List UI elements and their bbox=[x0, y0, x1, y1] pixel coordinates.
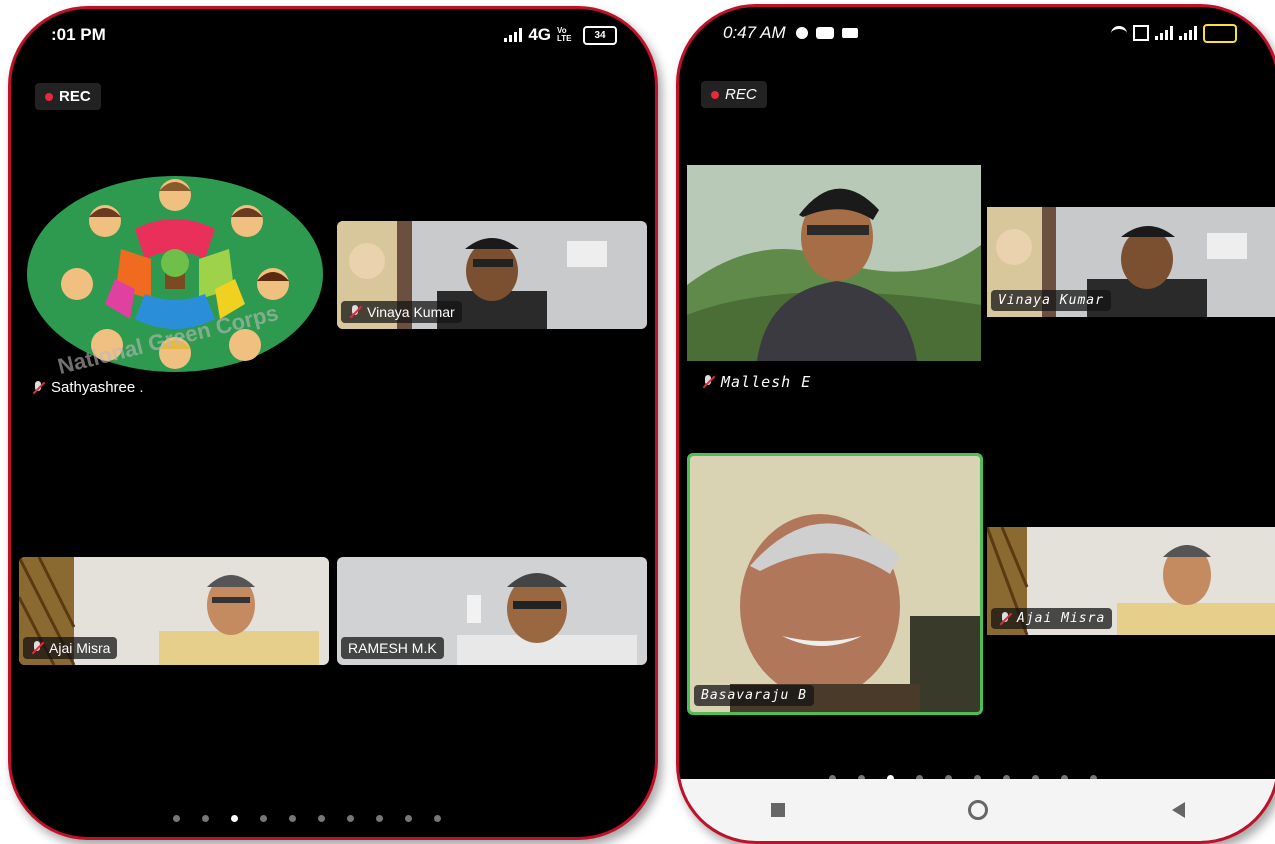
participant-label-sathyashree: Sathyashree . bbox=[31, 379, 144, 396]
page-dot-active[interactable] bbox=[231, 815, 238, 822]
phone-screen-right: 0:47 AM REC Mallesh E Vinaya Kumar Basav… bbox=[676, 4, 1275, 844]
mic-muted-icon bbox=[998, 611, 1012, 626]
record-dot-icon bbox=[711, 90, 719, 99]
recording-indicator: REC bbox=[35, 83, 101, 110]
participant-name-tag: RAMESH M.K bbox=[341, 637, 444, 659]
back-button[interactable] bbox=[1172, 802, 1186, 818]
status-icons-right bbox=[1111, 21, 1237, 45]
phone-screen-left: :01 PM 4G Vo LTE 34 REC National Green C… bbox=[8, 6, 658, 840]
page-dot[interactable] bbox=[318, 815, 325, 822]
mic-muted-icon bbox=[348, 305, 362, 319]
page-dot[interactable] bbox=[260, 815, 267, 822]
participant-name-tag: Ajai Misra bbox=[23, 637, 118, 659]
recent-apps-button[interactable] bbox=[770, 803, 785, 817]
page-indicator-left[interactable] bbox=[173, 815, 441, 822]
battery-icon: 34 bbox=[583, 25, 617, 45]
page-dot[interactable] bbox=[173, 815, 180, 822]
video-tile-ajai-misra[interactable]: Ajai Misra bbox=[19, 557, 329, 665]
participant-label-mallesh: Mallesh E bbox=[701, 373, 811, 391]
video-camera-icon bbox=[841, 28, 858, 38]
shield-icon bbox=[795, 27, 808, 39]
page-dot[interactable] bbox=[347, 815, 354, 822]
rec-label: REC bbox=[59, 88, 91, 105]
battery-charging-icon bbox=[1203, 23, 1237, 43]
video-feed bbox=[690, 456, 980, 712]
participant-name-tag: Vinaya Kumar bbox=[991, 290, 1111, 311]
rec-label: REC bbox=[725, 86, 757, 103]
participant-name-tag: Vinaya Kumar bbox=[341, 301, 462, 323]
volte-indicator: Vo LTE bbox=[557, 26, 572, 43]
page-dot[interactable] bbox=[289, 815, 296, 822]
home-button[interactable] bbox=[968, 800, 989, 820]
participant-name-tag: Basavaraju B bbox=[694, 685, 814, 706]
signal-icon bbox=[1155, 26, 1173, 40]
video-tile-ramesh[interactable]: RAMESH M.K bbox=[337, 557, 647, 665]
participant-name: Mallesh E bbox=[721, 373, 812, 391]
recording-indicator: REC bbox=[701, 81, 767, 108]
record-dot-icon bbox=[45, 92, 53, 101]
sim-icon bbox=[1133, 25, 1149, 41]
mic-muted-icon bbox=[701, 375, 715, 389]
network-type: 4G bbox=[528, 25, 551, 44]
participant-name: Sathyashree . bbox=[51, 379, 144, 396]
video-tile-vinaya-kumar[interactable]: Vinaya Kumar bbox=[337, 221, 647, 329]
signal-icon bbox=[504, 28, 523, 42]
status-icons-left: 4G Vo LTE 34 bbox=[504, 23, 617, 47]
video-tile-mallesh-e[interactable] bbox=[687, 165, 981, 361]
android-nav-bar bbox=[679, 779, 1275, 841]
page-dot[interactable] bbox=[405, 815, 412, 822]
youtube-icon bbox=[815, 27, 834, 39]
page-dot[interactable] bbox=[376, 815, 383, 822]
mic-muted-icon bbox=[30, 641, 44, 655]
status-bar-right: 0:47 AM bbox=[723, 21, 858, 45]
video-tile-basavaraju-active[interactable]: Basavaraju B bbox=[687, 453, 983, 715]
status-bar-left: :01 PM bbox=[51, 23, 106, 47]
participant-name-tag: Ajai Misra bbox=[991, 608, 1113, 629]
national-green-corps-logo: National Green Corps bbox=[25, 169, 325, 379]
wifi-icon bbox=[1111, 25, 1127, 41]
status-time: :01 PM bbox=[51, 25, 106, 44]
signal-icon-2 bbox=[1179, 26, 1197, 40]
video-tile-vinaya-kumar-right[interactable]: Vinaya Kumar bbox=[987, 207, 1275, 317]
page-dot[interactable] bbox=[434, 815, 441, 822]
status-time: 0:47 AM bbox=[723, 23, 786, 42]
video-feed bbox=[687, 165, 981, 361]
mic-muted-icon bbox=[31, 380, 45, 395]
page-dot[interactable] bbox=[202, 815, 209, 822]
video-tile-ajai-misra-right[interactable]: Ajai Misra bbox=[987, 527, 1275, 635]
